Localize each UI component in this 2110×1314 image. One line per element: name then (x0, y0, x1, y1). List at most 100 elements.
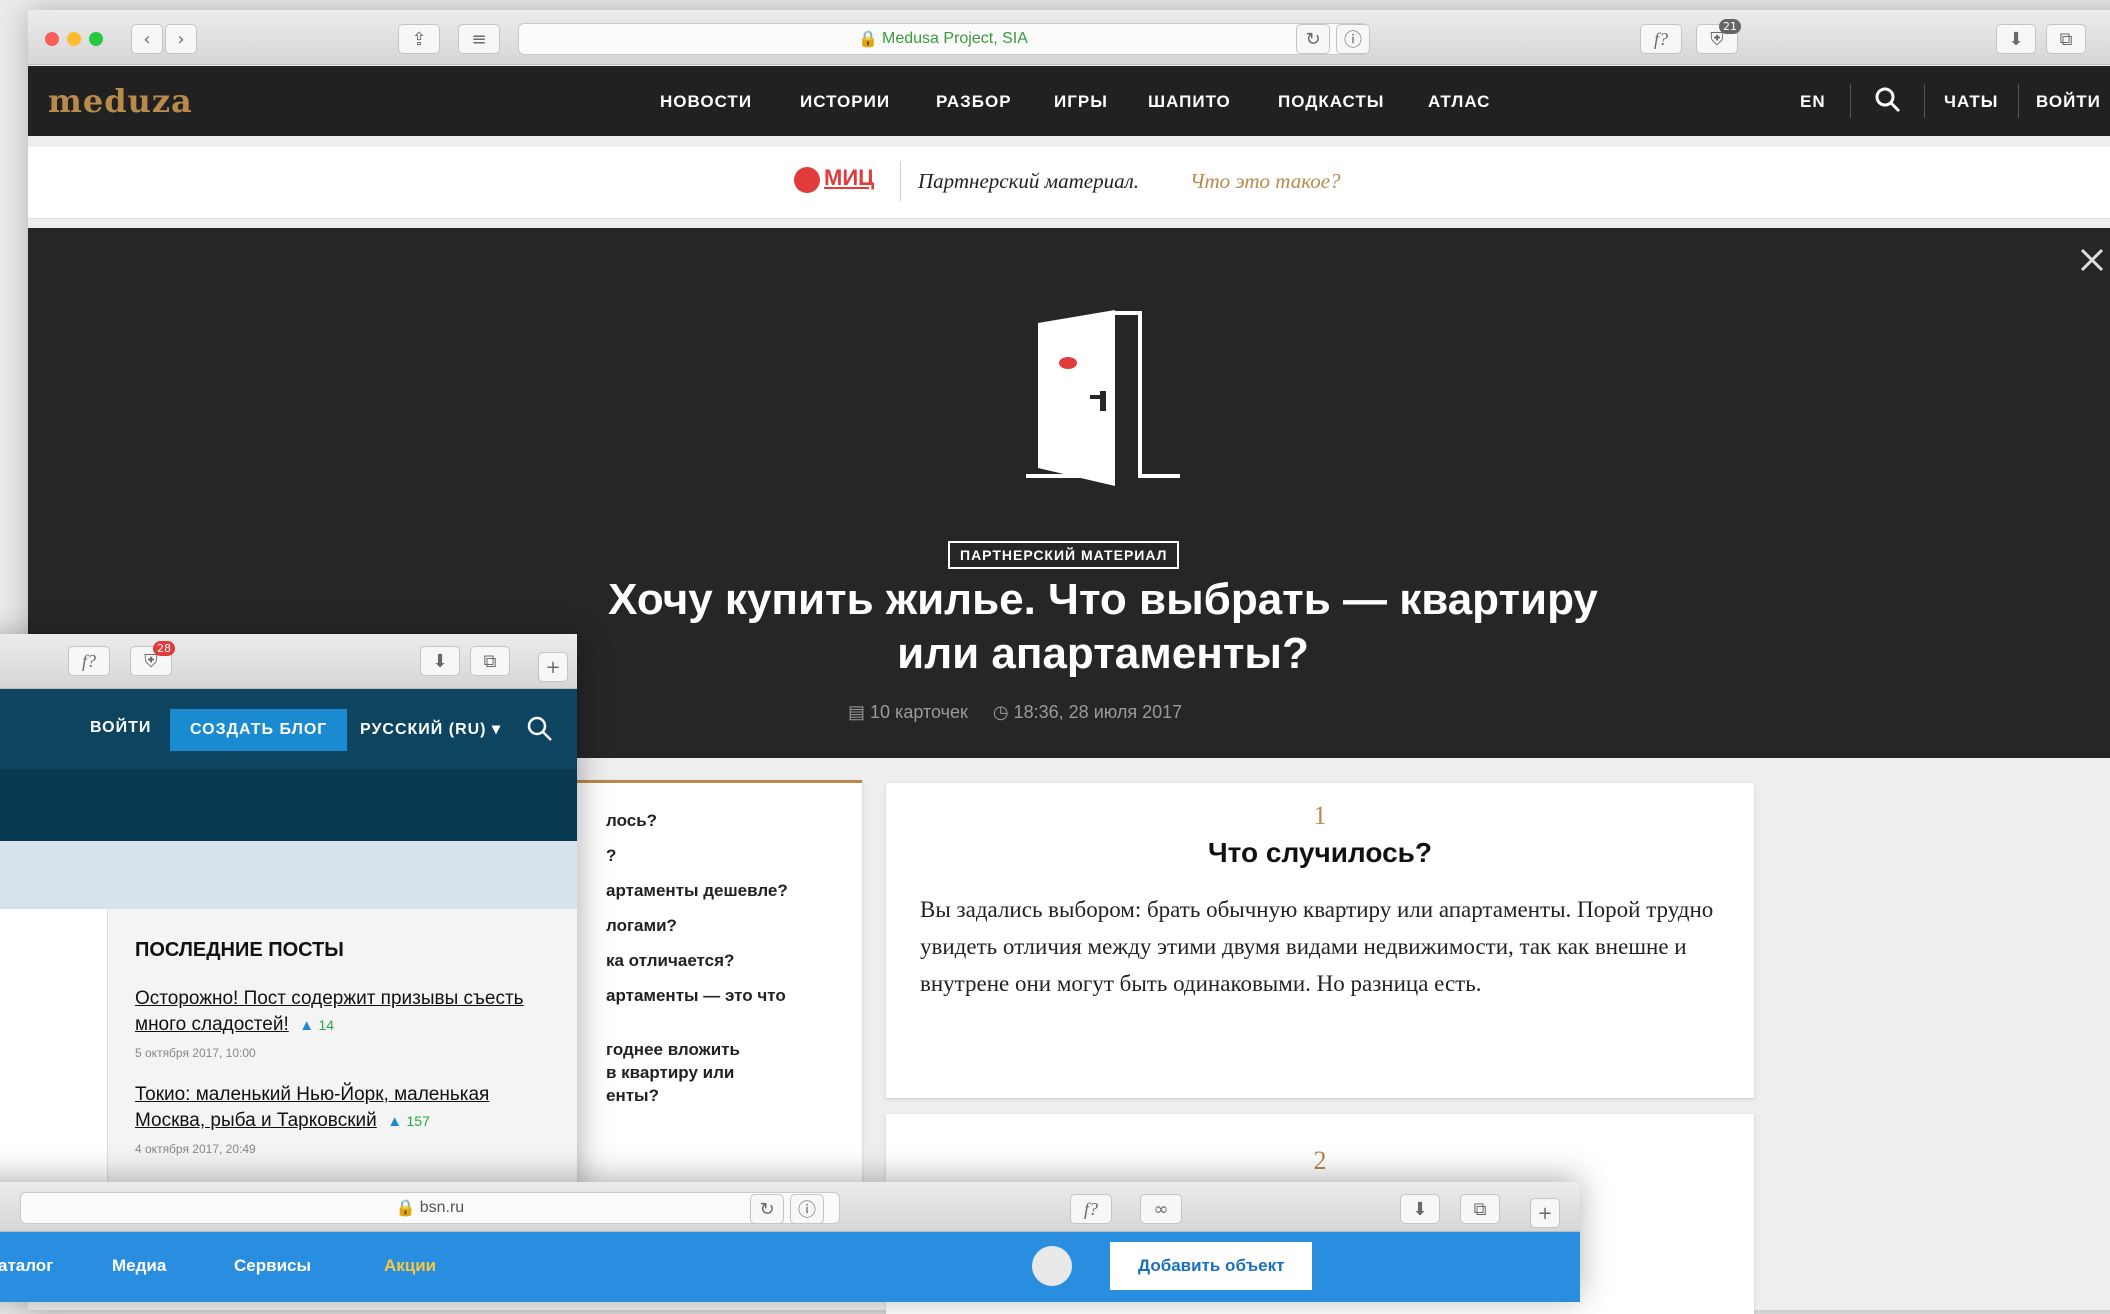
bsn-nav: аталог Медиа Сервисы Акции Добавить объе… (0, 1232, 1580, 1302)
close-light-icon[interactable] (45, 32, 59, 46)
add-object-button[interactable]: Добавить объект (1110, 1242, 1313, 1290)
blog-subnav (0, 769, 577, 841)
blog-login[interactable]: ВОЙТИ (90, 719, 151, 737)
mic-logo-icon (794, 167, 820, 193)
card-number: 2 (1313, 1146, 1327, 1175)
close-icon[interactable] (2078, 246, 2106, 274)
language-select[interactable]: РУССКИЙ (RU) ▾ (360, 719, 501, 739)
like-icon: ▲ (299, 1017, 315, 1034)
address-bar[interactable]: 🔒 Medusa Project, SIA (518, 23, 1368, 55)
nav-lang-en[interactable]: EN (1800, 92, 1826, 112)
download-icon[interactable]: ⬇ (1996, 24, 2036, 54)
door-illustration-icon (990, 283, 1210, 493)
forward-button[interactable]: › (165, 24, 197, 54)
download-icon[interactable]: ⬇ (420, 646, 460, 676)
latest-posts: ПОСЛЕДНИЕ ПОСТЫ Осторожно! Пост содержит… (135, 939, 555, 1156)
post-item: Токио: маленький Нью-Йорк, маленькая Мос… (135, 1082, 555, 1156)
blog-banner (0, 841, 577, 909)
cards-icon: ▤ (848, 702, 866, 722)
user-avatar-icon[interactable] (1032, 1246, 1072, 1286)
card-text: Вы задались выбором: брать обычную кварт… (920, 897, 1714, 996)
nav-item-catalog[interactable]: аталог (0, 1256, 53, 1276)
info-icon[interactable]: ⓘ (790, 1194, 824, 1224)
nav-divider (1924, 84, 1925, 118)
partner-label: Партнерский материал. (918, 169, 1139, 193)
zoom-light-icon[interactable] (89, 32, 103, 46)
info-icon[interactable]: ⓘ (1336, 24, 1370, 54)
address-bar[interactable]: 🔒 bsn.ru (20, 1192, 840, 1224)
create-blog-button[interactable]: СОЗДАТЬ БЛОГ (170, 709, 348, 751)
nav-item-media[interactable]: Медиа (112, 1256, 166, 1276)
new-tab-button[interactable]: + (538, 652, 568, 682)
fsearch-button[interactable]: f? (68, 646, 110, 676)
partner-bar: МИЦ Партнерский материал. Что это такое? (28, 147, 2110, 219)
nav-item-promotions[interactable]: Акции (384, 1256, 436, 1276)
nav-item-atlas[interactable]: АТЛАС (1428, 92, 1490, 112)
card-title: Что случилось? (1208, 837, 1432, 868)
section-title: ПОСЛЕДНИЕ ПОСТЫ (135, 939, 344, 961)
ublock-icon[interactable]: ⛨ 28 (130, 641, 175, 676)
search-icon[interactable] (526, 715, 554, 743)
share-icon[interactable]: ⇪ (398, 24, 440, 54)
like-count: 14 (318, 1017, 335, 1033)
toc-item[interactable]: лось? (606, 811, 657, 831)
toc-item[interactable]: енты? (606, 1086, 659, 1106)
ublock-badge: 28 (153, 641, 175, 656)
nav-item-razbor[interactable]: РАЗБОР (936, 92, 1012, 112)
fsearch-button[interactable]: f? (1640, 24, 1682, 54)
meduza-logo[interactable]: meduza (48, 82, 193, 120)
bsn-browser-window: 🔒 bsn.ru ↻ ⓘ f? ∞ ⬇ ⧉ + аталог Медиа Серв… (0, 1182, 1580, 1302)
blog-browser-window: f? ⛨ 28 ⬇ ⧉ + ВОЙТИ СОЗДАТЬ БЛОГ РУССКИЙ … (0, 634, 577, 1194)
post-title-link[interactable]: Токио: маленький Нью-Йорк, маленькая Мос… (135, 1084, 489, 1131)
lock-icon: 🔒 (395, 1200, 416, 1217)
article-card: 1 Что случилось? Вы задались выбором: бр… (886, 783, 1754, 1098)
nav-item-services[interactable]: Сервисы (234, 1256, 311, 1276)
back-button[interactable]: ‹ (131, 24, 163, 54)
search-icon[interactable] (1874, 86, 1902, 114)
meduza-nav: meduza НОВОСТИ ИСТОРИИ РАЗБОР ИГРЫ ШАПИТ… (28, 66, 2110, 136)
like-icon: ▲ (387, 1113, 403, 1130)
nav-item-news[interactable]: НОВОСТИ (660, 92, 752, 112)
tabs-icon[interactable]: ⧉ (470, 646, 510, 676)
nav-chats[interactable]: ЧАТЫ (1944, 92, 1998, 112)
fsearch-button[interactable]: f? (1070, 1194, 1112, 1224)
nav-login[interactable]: ВОЙТИ (2036, 92, 2101, 112)
reload-icon[interactable]: ↻ (750, 1194, 784, 1224)
toc-item[interactable]: ? (606, 846, 616, 866)
nav-item-podcasts[interactable]: ПОДКАСТЫ (1278, 92, 1384, 112)
toc-item[interactable]: в квартиру или (606, 1063, 734, 1083)
post-item: Осторожно! Пост содержит призывы съесть … (135, 986, 555, 1060)
minimize-light-icon[interactable] (67, 32, 81, 46)
extension-icon[interactable]: ∞ (1140, 1194, 1182, 1224)
card-number: 1 (1313, 801, 1327, 830)
new-tab-button[interactable]: + (1530, 1198, 1560, 1228)
toc-item[interactable]: годнее вложить (606, 1040, 740, 1060)
reload-icon[interactable]: ↻ (1296, 24, 1330, 54)
post-date: 4 октября 2017, 20:49 (135, 1142, 256, 1156)
ublock-icon[interactable]: ⛨ 21 (1696, 19, 1741, 54)
toc-item[interactable]: ка отличается? (606, 951, 734, 971)
toc-item[interactable]: логами? (606, 916, 677, 936)
tabs-icon[interactable]: ⧉ (1460, 1194, 1500, 1224)
lock-icon: 🔒 (858, 31, 879, 48)
language-label: РУССКИЙ (RU) (360, 721, 487, 738)
blog-titlebar: f? ⛨ 28 ⬇ ⧉ + (0, 634, 577, 689)
chevron-down-icon: ▾ (486, 721, 501, 738)
nav-item-stories[interactable]: ИСТОРИИ (800, 92, 890, 112)
partner-info-link[interactable]: Что это такое? (1190, 169, 1341, 194)
nav-item-games[interactable]: ИГРЫ (1054, 92, 1108, 112)
nav-divider (2018, 84, 2019, 118)
cards-count: 10 карточек (870, 702, 968, 722)
reader-icon[interactable]: ≡ (458, 24, 500, 54)
ublock-badge: 21 (1719, 19, 1741, 34)
toc-item[interactable]: артаменты дешевле? (606, 881, 788, 901)
post-date: 5 октября 2017, 10:00 (135, 1046, 256, 1060)
nav-item-shapito[interactable]: ШАПИТО (1148, 92, 1231, 112)
clock-icon: ◷ (992, 702, 1009, 722)
download-icon[interactable]: ⬇ (1400, 1194, 1440, 1224)
toc-item[interactable]: артаменты — это что (606, 986, 786, 1006)
bsn-titlebar: 🔒 bsn.ru ↻ ⓘ f? ∞ ⬇ ⧉ + (0, 1182, 1580, 1232)
tabs-icon[interactable]: ⧉ (2046, 24, 2086, 54)
article-meta: ▤ 10 карточек ◷ 18:36, 28 июля 2017 (848, 702, 1182, 723)
article-title: Хочу купить жилье. Что выбрать — квартир… (608, 575, 1598, 678)
